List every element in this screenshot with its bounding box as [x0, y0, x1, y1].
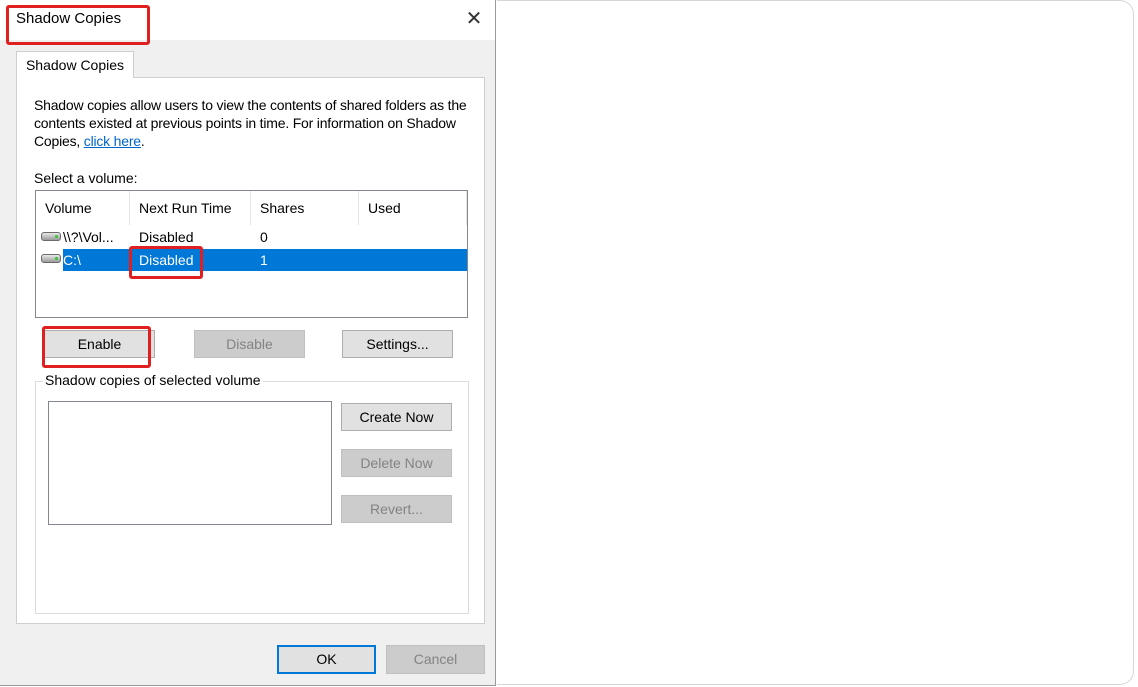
- dialog-title: Shadow Copies: [16, 10, 122, 27]
- next-run-time: Disabled: [139, 229, 194, 245]
- create-now-button[interactable]: Create Now: [341, 403, 452, 431]
- used: [368, 226, 458, 248]
- disable-button[interactable]: Disable: [194, 330, 305, 358]
- group-label: Shadow copies of selected volume: [43, 372, 263, 388]
- column-header-shares[interactable]: Shares: [251, 191, 359, 225]
- background-panel: [497, 0, 1134, 685]
- used: [368, 249, 458, 271]
- shares: 1: [260, 252, 268, 268]
- drive-icon: [41, 254, 61, 263]
- description: Shadow copies allow users to view the co…: [34, 96, 474, 150]
- shadow-copies-dialog: Shadow Copies ✕ Shadow Copies Shadow cop…: [0, 0, 496, 686]
- volume-name: \\?\Vol...: [63, 229, 114, 245]
- drive-icon: [41, 232, 61, 241]
- click-here-link[interactable]: click here: [84, 133, 141, 149]
- delete-now-button[interactable]: Delete Now: [341, 449, 452, 477]
- cancel-button[interactable]: Cancel: [386, 645, 485, 674]
- description-end: .: [140, 133, 145, 149]
- volume-list-header: Volume Next Run Time Shares Used: [36, 191, 467, 225]
- volume-name: C:\: [63, 252, 81, 268]
- settings-button[interactable]: Settings...: [342, 330, 453, 358]
- page: Shadow Copies ✕ Shadow Copies Shadow cop…: [0, 0, 1138, 687]
- enable-button[interactable]: Enable: [44, 330, 155, 358]
- select-volume-label: Select a volume:: [34, 170, 138, 186]
- column-header-next-run-time[interactable]: Next Run Time: [130, 191, 251, 225]
- volume-list[interactable]: Volume Next Run Time Shares Used \\?\Vol…: [35, 190, 468, 318]
- shadow-copies-list[interactable]: [48, 401, 332, 525]
- column-header-volume[interactable]: Volume: [36, 191, 130, 225]
- next-run-time: Disabled: [139, 252, 194, 268]
- title-bar: Shadow Copies ✕: [0, 0, 495, 40]
- volume-row-selected[interactable]: C:\ Disabled 1: [63, 249, 467, 271]
- ok-button[interactable]: OK: [277, 645, 376, 674]
- close-icon[interactable]: ✕: [461, 6, 487, 32]
- shares: 0: [260, 229, 268, 245]
- column-header-used[interactable]: Used: [359, 191, 467, 225]
- revert-button[interactable]: Revert...: [341, 495, 452, 523]
- tab-panel: Shadow copies allow users to view the co…: [16, 77, 485, 624]
- tab-shadow-copies[interactable]: Shadow Copies: [16, 51, 134, 78]
- volume-row[interactable]: \\?\Vol... Disabled 0: [36, 226, 467, 248]
